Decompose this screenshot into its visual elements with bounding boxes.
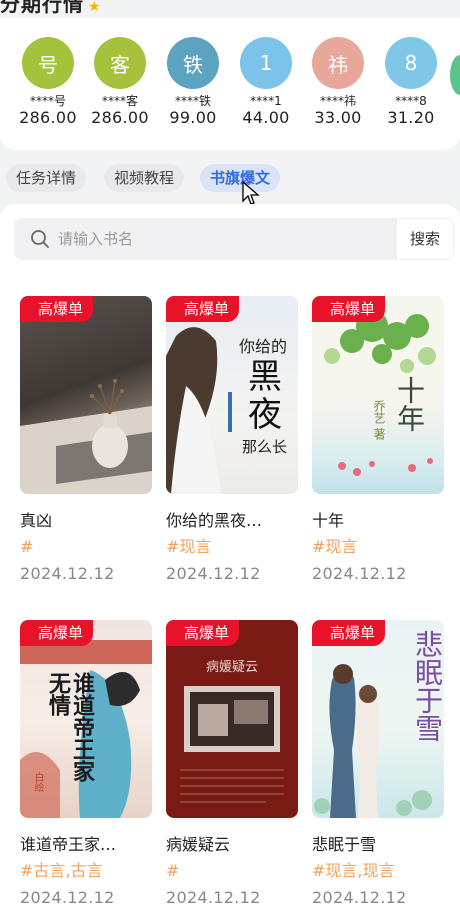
book-tags: # xyxy=(166,861,180,880)
cover-title: 夜 xyxy=(248,395,282,435)
rank-amount: 286.00 xyxy=(19,108,77,127)
avatar-partial xyxy=(450,55,460,95)
book-tags: #古言,古言 xyxy=(20,861,103,880)
rank-item[interactable]: 1 ****1 44.00 xyxy=(230,37,302,128)
avatar: 1 xyxy=(240,37,292,89)
search-bar: 搜索 xyxy=(14,218,454,260)
avatar: 客 xyxy=(94,37,146,89)
cover-author: 乔艺 著 xyxy=(372,400,386,440)
book-cover[interactable]: 谁道帝王家无情 白绘 高爆单 xyxy=(20,620,152,818)
book-date: 2024.12.12 xyxy=(20,888,115,907)
book-title: 谁道帝王家… xyxy=(20,835,117,854)
rank-user-name: ****号 xyxy=(29,94,66,108)
star-icon: ★ xyxy=(88,0,102,15)
hot-badge: 高爆单 xyxy=(20,296,94,322)
book-date: 2024.12.12 xyxy=(312,564,407,583)
book-title: 悲眠于雪 xyxy=(312,835,377,854)
avatar: 8 xyxy=(385,37,437,89)
rank-item[interactable]: 号 ****号 286.00 xyxy=(12,37,84,128)
cover-title: 黑 xyxy=(248,357,282,397)
rank-amount: 33.00 xyxy=(314,108,362,127)
rank-item[interactable]: 祎 ****祎 33.00 xyxy=(302,37,374,128)
book-card[interactable]: 病媛疑云 高爆单 病媛疑云 # 2024.12.12 xyxy=(166,620,300,910)
cover-author: 白绘 xyxy=(32,772,43,792)
rank-amount: 99.00 xyxy=(169,108,217,127)
search-input[interactable] xyxy=(58,218,388,260)
tab-shuqi-hits[interactable]: 书旗爆文 xyxy=(200,164,281,192)
cover-title: 你给的 xyxy=(238,337,287,356)
rank-amount: 286.00 xyxy=(91,108,149,127)
tab-video-tutorial[interactable]: 视频教程 xyxy=(104,164,185,192)
cover-title: 悲眠于雪 xyxy=(411,630,444,742)
book-tags: #现言 xyxy=(312,537,358,556)
search-icon xyxy=(31,230,49,248)
book-title: 十年 xyxy=(312,511,345,530)
hot-badge: 高爆单 xyxy=(20,620,94,646)
book-card[interactable]: 十年 乔艺 著 高爆单 十年 #现言 2024.12.12 xyxy=(312,296,446,586)
rank-amount: 31.20 xyxy=(387,108,435,127)
book-tags: #现言 xyxy=(166,537,212,556)
cover-title: 十年 xyxy=(393,376,426,432)
hot-badge: 高爆单 xyxy=(312,296,386,322)
cover-title: 病媛疑云 xyxy=(205,660,258,675)
cover-title: 那么长 xyxy=(242,438,288,456)
book-title: 真凶 xyxy=(20,511,53,530)
section-title-text: 分期行情 xyxy=(0,0,84,16)
ranking-card: 号 ****号 286.00 客 ****客 286.00 铁 ****铁 99… xyxy=(0,18,460,150)
book-date: 2024.12.12 xyxy=(312,888,407,907)
book-cover[interactable]: 病媛疑云 高爆单 xyxy=(166,620,298,818)
avatar: 祎 xyxy=(312,37,364,89)
book-title: 病媛疑云 xyxy=(166,835,231,854)
hot-badge: 高爆单 xyxy=(166,296,240,322)
rank-amount: 44.00 xyxy=(242,108,290,127)
rank-user-name: ****铁 xyxy=(174,94,211,108)
tab-task-details[interactable]: 任务详情 xyxy=(6,164,87,192)
rank-user-name: ****8 xyxy=(395,94,427,108)
search-button[interactable]: 搜索 xyxy=(396,218,454,260)
book-cover[interactable]: 悲眠于雪 高爆单 xyxy=(312,620,444,818)
book-card[interactable]: 悲眠于雪 高爆单 悲眠于雪 #现言,现言 2024.12.12 xyxy=(312,620,446,910)
book-cover[interactable]: 十年 乔艺 著 高爆单 xyxy=(312,296,444,494)
book-title: 你给的黑夜… xyxy=(166,511,263,530)
book-date: 2024.12.12 xyxy=(166,564,261,583)
cover-art xyxy=(20,379,152,494)
book-date: 2024.12.12 xyxy=(20,564,115,583)
book-card[interactable]: 高爆单 真凶 # 2024.12.12 xyxy=(20,296,154,586)
section-title: 分期行情 ★ xyxy=(0,0,102,16)
avatar: 号 xyxy=(22,37,74,89)
rank-item[interactable]: 铁 ****铁 99.00 xyxy=(157,37,229,128)
book-card[interactable]: 谁道帝王家无情 白绘 高爆单 谁道帝王家… #古言,古言 2024.12.12 xyxy=(20,620,154,910)
cover-art xyxy=(180,686,284,803)
book-cover[interactable]: 你给的 黑 夜 那么长 高爆单 xyxy=(166,296,298,494)
rank-user-name: ****祎 xyxy=(319,94,356,108)
book-cover[interactable]: 高爆单 xyxy=(20,296,152,494)
book-list-panel: 搜索 高爆单 真凶 # 2024.12.12 你给的 xyxy=(0,204,460,919)
book-date: 2024.12.12 xyxy=(166,888,261,907)
avatar: 铁 xyxy=(167,37,219,89)
rank-item[interactable]: 客 ****客 286.00 xyxy=(84,37,156,128)
book-card[interactable]: 你给的 黑 夜 那么长 高爆单 你给的黑夜… #现言 2024.12.12 xyxy=(166,296,300,586)
hot-badge: 高爆单 xyxy=(312,620,386,646)
hot-badge: 高爆单 xyxy=(166,620,240,646)
rank-user-name: ****客 xyxy=(101,94,138,108)
book-tags: #现言,现言 xyxy=(312,861,395,880)
rank-item[interactable]: 8 ****8 31.20 xyxy=(375,37,447,128)
book-tags: # xyxy=(20,537,34,556)
rank-user-name: ****1 xyxy=(250,94,282,108)
